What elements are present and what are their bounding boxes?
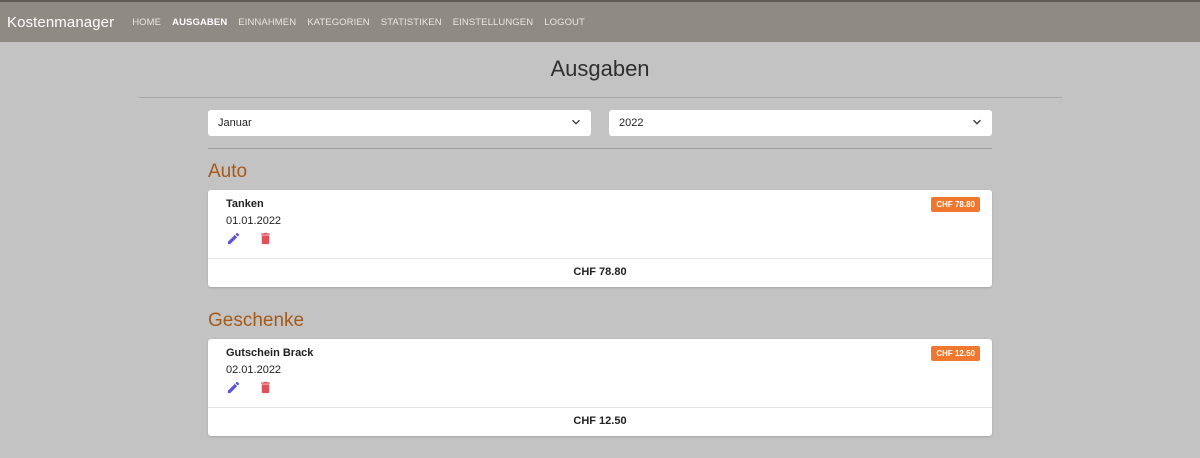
top-navbar: Kostenmanager HOME AUSGABEN EINNAHMEN KA… [0, 0, 1200, 42]
edit-icon[interactable] [226, 231, 241, 246]
month-select[interactable]: Januar [208, 110, 591, 136]
year-select-value: 2022 [619, 117, 644, 129]
category-heading-auto: Auto [208, 161, 248, 182]
chevron-down-icon [571, 117, 581, 130]
app-brand[interactable]: Kostenmanager [7, 14, 114, 31]
expense-card-geschenke: Gutschein Brack 02.01.2022 CHF 12.50 CHF… [208, 339, 992, 436]
category-total: CHF 12.50 [573, 415, 627, 427]
year-select[interactable]: 2022 [609, 110, 992, 136]
filter-divider [208, 148, 992, 149]
nav-item-einnahmen[interactable]: EINNAHMEN [238, 17, 296, 28]
title-divider [139, 97, 1062, 98]
nav-item-logout[interactable]: LOGOUT [544, 17, 585, 28]
expense-name: Tanken [226, 198, 264, 210]
trash-icon[interactable] [258, 231, 273, 246]
chevron-down-icon [972, 117, 982, 130]
expense-name: Gutschein Brack [226, 347, 314, 359]
nav-item-ausgaben[interactable]: AUSGABEN [172, 17, 227, 28]
category-total: CHF 78.80 [573, 266, 627, 278]
amount-badge: CHF 78.80 [931, 197, 980, 212]
page-title: Ausgaben [550, 56, 650, 81]
category-heading-geschenke: Geschenke [208, 310, 305, 331]
nav-item-home[interactable]: HOME [132, 17, 161, 28]
edit-icon[interactable] [226, 380, 241, 395]
card-divider [208, 258, 992, 259]
expense-date: 02.01.2022 [226, 364, 282, 376]
card-divider [208, 407, 992, 408]
amount-badge: CHF 12.50 [931, 346, 980, 361]
expense-date: 01.01.2022 [226, 215, 282, 227]
nav-item-kategorien[interactable]: KATEGORIEN [307, 17, 370, 28]
month-select-value: Januar [218, 117, 252, 129]
expense-card-auto: Tanken 01.01.2022 CHF 78.80 CHF 78.80 [208, 190, 992, 287]
nav-item-statistiken[interactable]: STATISTIKEN [381, 17, 442, 28]
trash-icon[interactable] [258, 380, 273, 395]
nav-item-einstellungen[interactable]: EINSTELLUNGEN [453, 17, 534, 28]
